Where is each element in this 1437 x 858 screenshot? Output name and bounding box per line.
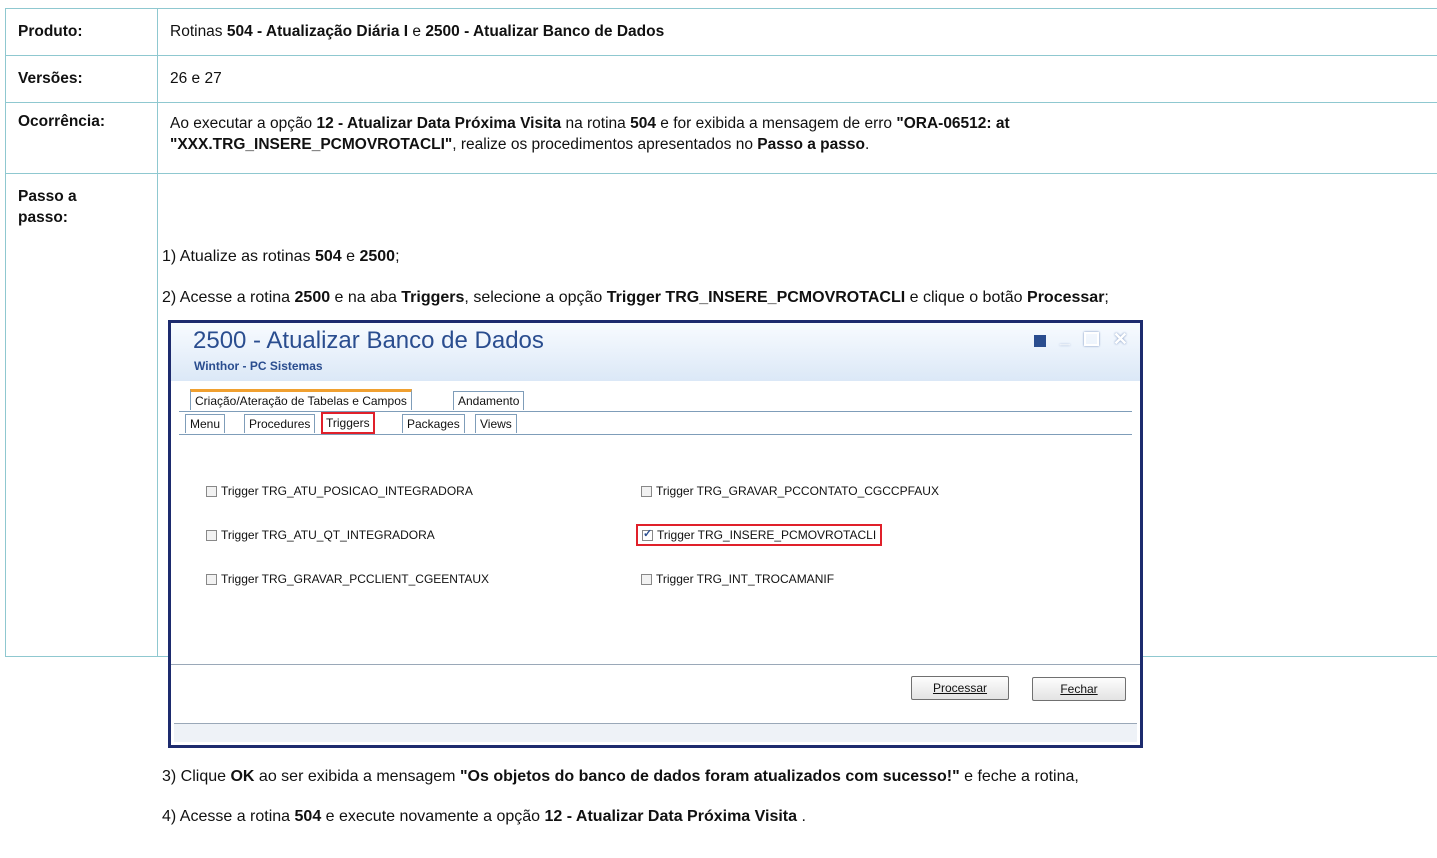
fechar-button[interactable]: Fechar (1032, 677, 1126, 701)
window-titlebar: 2500 - Atualizar Banco de Dados Winthor … (171, 323, 1140, 381)
trigger-option-selected[interactable]: Trigger TRG_INSERE_PCMOVROTACLI (636, 524, 883, 546)
processar-button[interactable]: Processar (911, 676, 1009, 700)
tab-views[interactable]: Views (475, 414, 517, 433)
checkbox[interactable] (206, 573, 217, 585)
label-produto: Produto: (5, 8, 158, 56)
tab-andamento[interactable]: Andamento (453, 391, 525, 410)
trigger-option[interactable]: Trigger TRG_ATU_POSICAO_INTEGRADORA (206, 484, 473, 498)
step-3: 3) Clique OK ao ser exibida a mensagem "… (162, 768, 1079, 785)
step-1: 1) Atualize as rotinas 504 e 2500; (162, 248, 400, 265)
tab-triggers[interactable]: Triggers (321, 412, 375, 434)
minimize-icon[interactable]: _ (1060, 327, 1070, 350)
tab-menu[interactable]: Menu (185, 414, 226, 433)
value-ocorrencia: Ao executar a opção 12 - Atualizar Data … (157, 102, 1437, 174)
label-versoes: Versões: (5, 55, 158, 103)
trigger-option[interactable]: Trigger TRG_GRAVAR_PCCONTATO_CGCCPFAUX (641, 484, 939, 498)
tab-criacao[interactable]: Criação/Ateração de Tabelas e Campos (190, 389, 412, 410)
checkbox[interactable] (206, 485, 217, 497)
tab-packages[interactable]: Packages (402, 414, 465, 433)
label-passo: Passo a passo: (5, 173, 158, 657)
window-footer: Processar Fechar (171, 664, 1140, 715)
status-bar (174, 723, 1137, 742)
row-versoes: Versões: 26 e 27 (5, 55, 1437, 103)
step-2: 2) Acesse a rotina 2500 e na aba Trigger… (162, 289, 1109, 306)
checkbox[interactable] (641, 573, 652, 585)
help-icon[interactable] (1033, 335, 1046, 347)
trigger-option[interactable]: Trigger TRG_ATU_QT_INTEGRADORA (206, 528, 435, 542)
label-ocorrencia: Ocorrência: (5, 102, 158, 174)
window-body: Criação/Ateração de Tabelas e Campos And… (171, 381, 1140, 711)
trigger-option[interactable]: Trigger TRG_GRAVAR_PCCLIENT_CGEENTAUX (206, 572, 489, 586)
window-title: 2500 - Atualizar Banco de Dados (193, 327, 544, 354)
trigger-option[interactable]: Trigger TRG_INT_TROCAMANIF (641, 572, 834, 586)
close-icon[interactable]: ✕ (1113, 329, 1128, 350)
row-produto: Produto: Rotinas 504 - Atualização Diári… (5, 8, 1437, 56)
checkbox[interactable] (206, 529, 217, 541)
tab-procedures[interactable]: Procedures (244, 414, 316, 433)
value-produto: Rotinas 504 - Atualização Diária I e 250… (157, 8, 1437, 56)
value-versoes: 26 e 27 (157, 55, 1437, 103)
checkbox-checked[interactable] (642, 527, 653, 541)
window-subtitle: Winthor - PC Sistemas (194, 359, 323, 373)
screenshot-window: 2500 - Atualizar Banco de Dados Winthor … (168, 320, 1143, 748)
step-4: 4) Acesse a rotina 504 e execute novamen… (162, 808, 806, 825)
row-ocorrencia: Ocorrência: Ao executar a opção 12 - Atu… (5, 102, 1437, 174)
subtab-divider (179, 434, 1132, 435)
maximize-icon[interactable] (1083, 332, 1099, 346)
checkbox[interactable] (641, 485, 652, 497)
